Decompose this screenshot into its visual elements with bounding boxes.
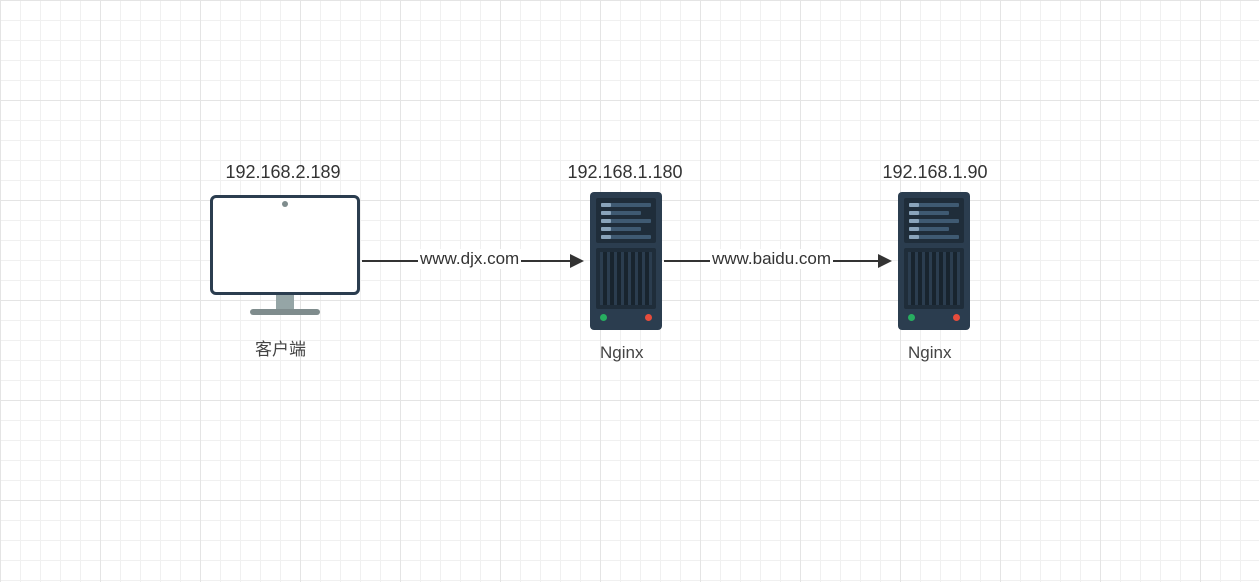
server1-icon (590, 192, 662, 330)
server2-icon (898, 192, 970, 330)
connection-2-label: www.baidu.com (710, 249, 833, 269)
server1-caption: Nginx (600, 343, 643, 363)
client-monitor-icon (210, 195, 360, 325)
connection-1-label: www.djx.com (418, 249, 521, 269)
connection-2-arrowhead (878, 254, 892, 268)
diagram-stage: 192.168.2.189 客户端 192.168.1.180 Nginx 19… (0, 0, 1259, 582)
server2-ip-label: 192.168.1.90 (870, 162, 1000, 183)
server2-caption: Nginx (908, 343, 951, 363)
client-caption: 客户端 (255, 335, 306, 360)
client-ip-label: 192.168.2.189 (218, 162, 348, 183)
connection-1-arrowhead (570, 254, 584, 268)
server1-ip-label: 192.168.1.180 (560, 162, 690, 183)
